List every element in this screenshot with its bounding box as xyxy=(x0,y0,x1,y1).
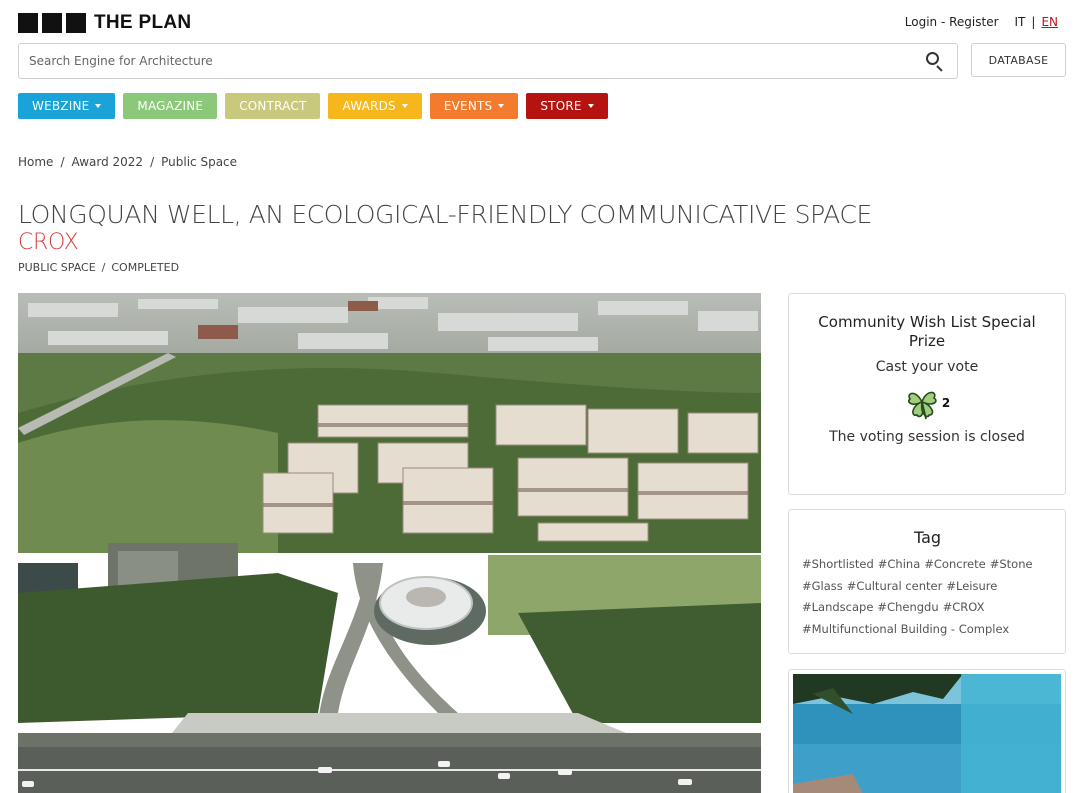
login-register-link[interactable]: Login - Register xyxy=(905,15,999,29)
vote-card: Community Wish List Special Prize Cast y… xyxy=(788,293,1066,495)
nav-label: WEBZINE xyxy=(32,99,90,113)
tag-link[interactable]: #Glass xyxy=(802,579,843,593)
voting-closed-message: The voting session is closed xyxy=(829,429,1025,445)
caret-down-icon xyxy=(498,104,505,108)
tag-link[interactable]: #Leisure xyxy=(946,579,997,593)
logo-square xyxy=(18,13,38,33)
breadcrumb-home[interactable]: Home xyxy=(18,155,53,169)
nav-awards[interactable]: AWARDS xyxy=(328,93,422,119)
project-category: PUBLIC SPACE / COMPLETED xyxy=(18,261,179,274)
caret-down-icon xyxy=(587,104,594,108)
nav-events[interactable]: EVENTS xyxy=(429,93,519,119)
nav-label: AWARDS xyxy=(342,99,396,113)
category-link[interactable]: PUBLIC SPACE xyxy=(18,261,96,274)
related-image-card[interactable] xyxy=(788,669,1066,793)
nav-webzine[interactable]: WEBZINE xyxy=(18,93,116,119)
page-title: LONGQUAN WELL, AN ECOLOGICAL-FRIENDLY CO… xyxy=(18,200,872,229)
tag-link[interactable]: #Cultural center xyxy=(847,579,943,593)
nav-label: EVENTS xyxy=(443,99,493,113)
tag-link[interactable]: #Chengdu xyxy=(877,600,938,614)
clover-icon[interactable] xyxy=(904,385,940,421)
lang-en-link[interactable]: EN xyxy=(1041,15,1058,29)
nav-store[interactable]: STORE xyxy=(526,93,608,119)
search-input[interactable] xyxy=(19,44,925,78)
tag-link[interactable]: #Multifunctional Building - Complex xyxy=(802,622,1009,636)
tag-link[interactable]: #Shortlisted xyxy=(802,557,874,571)
main-nav: WEBZINE MAGAZINE CONTRACT AWARDS EVENTS … xyxy=(18,93,608,119)
status-label: COMPLETED xyxy=(111,261,180,274)
caret-down-icon xyxy=(95,104,102,108)
caret-down-icon xyxy=(401,104,408,108)
breadcrumb-separator: / xyxy=(150,155,155,169)
logo-square xyxy=(42,13,62,33)
breadcrumb-award[interactable]: Award 2022 xyxy=(71,155,143,169)
vote-widget[interactable]: 2 xyxy=(789,385,1065,421)
account-links: Login - Register IT | EN xyxy=(905,15,1058,29)
tag-list: #Shortlisted #China #Concrete #Stone #Glass… xyxy=(802,554,1053,640)
project-hero-image[interactable] xyxy=(18,293,761,793)
lang-it-link[interactable]: IT xyxy=(1015,15,1026,29)
lang-separator: | xyxy=(1031,15,1036,29)
breadcrumb-separator: / xyxy=(60,155,65,169)
author-link[interactable]: CROX xyxy=(18,230,79,255)
nav-contract[interactable]: CONTRACT xyxy=(225,93,321,119)
breadcrumb-current[interactable]: Public Space xyxy=(161,155,237,169)
tags-title: Tag xyxy=(913,528,942,547)
logo-text: THE PLAN xyxy=(94,12,192,33)
category-separator: / xyxy=(101,261,106,274)
tag-link[interactable]: #China xyxy=(878,557,921,571)
tag-link[interactable]: #Landscape xyxy=(802,600,873,614)
related-image[interactable] xyxy=(793,674,1061,793)
nav-label: MAGAZINE xyxy=(137,99,204,113)
search-icon[interactable] xyxy=(925,51,945,72)
nav-label: CONTRACT xyxy=(239,99,307,113)
tag-link[interactable]: #Stone xyxy=(990,557,1033,571)
nav-label: STORE xyxy=(540,99,582,113)
vote-card-title: Community Wish List Special Prize xyxy=(818,313,1036,350)
vote-count: 2 xyxy=(941,396,951,410)
tags-card: Tag #Shortlisted #China #Concrete #Stone #G… xyxy=(788,509,1066,654)
logo-square xyxy=(66,13,86,33)
tag-link[interactable]: #Concrete xyxy=(924,557,985,571)
database-button[interactable]: DATABASE xyxy=(971,43,1066,77)
breadcrumb: Home / Award 2022 / Public Space xyxy=(18,155,237,169)
search-bar xyxy=(18,43,958,79)
cast-vote-label: Cast your vote xyxy=(875,359,979,375)
nav-magazine[interactable]: MAGAZINE xyxy=(123,93,218,119)
tag-link[interactable]: #CROX xyxy=(943,600,985,614)
site-logo[interactable]: THE PLAN xyxy=(18,12,191,34)
